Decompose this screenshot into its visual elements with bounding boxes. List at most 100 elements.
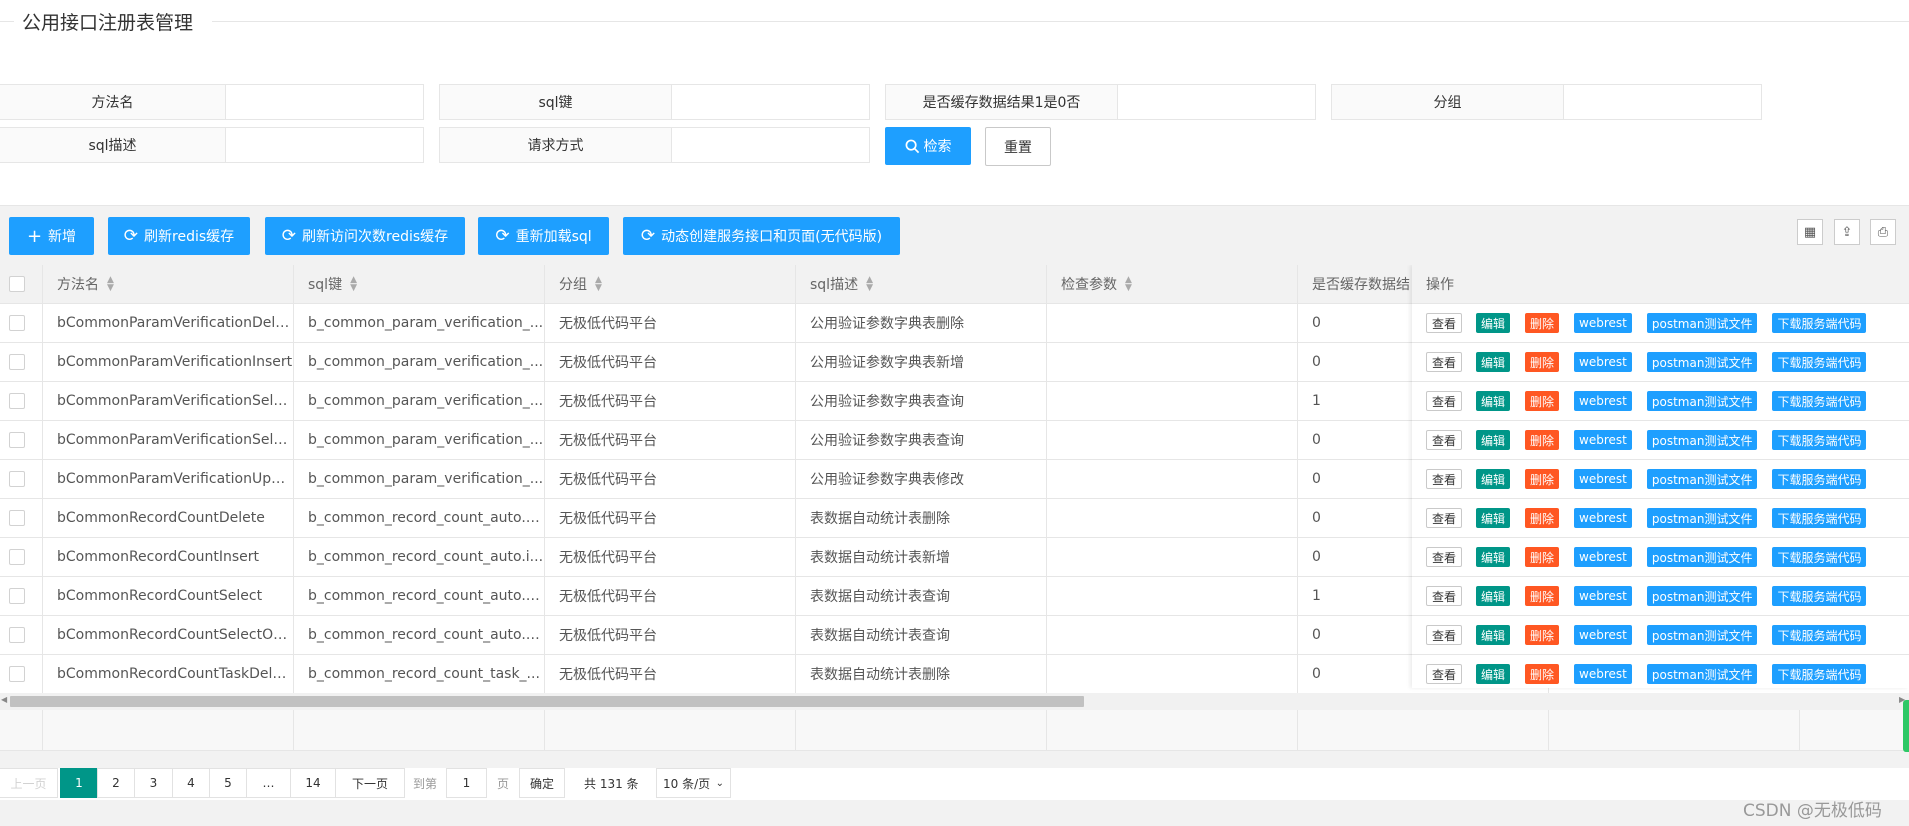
webrest-button[interactable]: webrest (1574, 313, 1632, 333)
edit-button[interactable]: 编辑 (1476, 391, 1511, 411)
select-all-checkbox[interactable] (9, 276, 25, 292)
view-button[interactable]: 查看 (1426, 469, 1463, 489)
sort-icon[interactable]: ▲ ▼ (595, 276, 602, 293)
row-checkbox[interactable] (9, 666, 25, 682)
header-check-params[interactable]: 检查参数 ▲ ▼ (1047, 265, 1298, 303)
postman-file-button[interactable]: postman测试文件 (1646, 664, 1758, 684)
postman-file-button[interactable]: postman测试文件 (1646, 586, 1758, 606)
edit-button[interactable]: 编辑 (1476, 625, 1511, 645)
delete-button[interactable]: 删除 (1525, 547, 1560, 567)
download-code-button[interactable]: 下载服务端代码 (1772, 547, 1867, 567)
postman-file-button[interactable]: postman测试文件 (1646, 469, 1758, 489)
postman-file-button[interactable]: postman测试文件 (1646, 391, 1758, 411)
header-group[interactable]: 分组 ▲ ▼ (545, 265, 796, 303)
webrest-button[interactable]: webrest (1574, 352, 1632, 372)
postman-file-button[interactable]: postman测试文件 (1646, 625, 1758, 645)
page-button[interactable]: 5 (209, 768, 247, 798)
webrest-button[interactable]: webrest (1574, 469, 1632, 489)
page-size-select[interactable]: 10 条/页 ⌄ (656, 768, 731, 798)
side-tab[interactable] (1903, 700, 1909, 752)
header-sql-key[interactable]: sql键 ▲ ▼ (294, 265, 545, 303)
webrest-button[interactable]: webrest (1574, 664, 1632, 684)
add-button[interactable]: + 新增 (9, 217, 94, 255)
reload-sql-button[interactable]: ⟳ 重新加载sql (478, 217, 609, 255)
page-button[interactable]: 4 (172, 768, 210, 798)
prev-page-button[interactable]: 上一页 (0, 768, 58, 798)
edit-button[interactable]: 编辑 (1476, 469, 1511, 489)
view-button[interactable]: 查看 (1426, 391, 1463, 411)
header-method-name[interactable]: 方法名 ▲ ▼ (43, 265, 294, 303)
postman-file-button[interactable]: postman测试文件 (1646, 430, 1758, 450)
webrest-button[interactable]: webrest (1574, 430, 1632, 450)
delete-button[interactable]: 删除 (1525, 664, 1560, 684)
header-sql-desc[interactable]: sql描述 ▲ ▼ (796, 265, 1047, 303)
refresh-visits-button[interactable]: ⟳ 刷新访问次数redis缓存 (265, 217, 465, 255)
webrest-button[interactable]: webrest (1574, 625, 1632, 645)
webrest-button[interactable]: webrest (1574, 508, 1632, 528)
scrollbar-thumb[interactable] (10, 696, 1084, 707)
delete-button[interactable]: 删除 (1525, 508, 1560, 528)
edit-button[interactable]: 编辑 (1476, 352, 1511, 372)
view-button[interactable]: 查看 (1426, 625, 1463, 645)
row-checkbox[interactable] (9, 627, 25, 643)
view-button[interactable]: 查看 (1426, 313, 1463, 333)
edit-button[interactable]: 编辑 (1476, 586, 1511, 606)
edit-button[interactable]: 编辑 (1476, 313, 1511, 333)
download-code-button[interactable]: 下载服务端代码 (1772, 508, 1867, 528)
row-checkbox[interactable] (9, 588, 25, 604)
delete-button[interactable]: 删除 (1525, 391, 1560, 411)
columns-filter-icon[interactable]: ▦ (1797, 219, 1823, 245)
row-checkbox[interactable] (9, 315, 25, 331)
download-code-button[interactable]: 下载服务端代码 (1772, 352, 1867, 372)
webrest-button[interactable]: webrest (1574, 391, 1632, 411)
delete-button[interactable]: 删除 (1525, 586, 1560, 606)
group-input[interactable] (1564, 85, 1761, 119)
sort-icon[interactable]: ▲ ▼ (866, 276, 873, 293)
webrest-button[interactable]: webrest (1574, 547, 1632, 567)
row-checkbox[interactable] (9, 549, 25, 565)
scroll-left-icon[interactable]: ◀ (1, 695, 7, 704)
edit-button[interactable]: 编辑 (1476, 430, 1511, 450)
postman-file-button[interactable]: postman测试文件 (1646, 547, 1758, 567)
page-button[interactable]: 14 (290, 768, 336, 798)
postman-file-button[interactable]: postman测试文件 (1646, 508, 1758, 528)
row-checkbox[interactable] (9, 393, 25, 409)
view-button[interactable]: 查看 (1426, 547, 1463, 567)
edit-button[interactable]: 编辑 (1476, 664, 1511, 684)
download-code-button[interactable]: 下载服务端代码 (1772, 586, 1867, 606)
delete-button[interactable]: 删除 (1525, 352, 1560, 372)
view-button[interactable]: 查看 (1426, 508, 1463, 528)
goto-page-input[interactable]: 1 (446, 768, 487, 798)
delete-button[interactable]: 删除 (1525, 469, 1560, 489)
view-button[interactable]: 查看 (1426, 352, 1463, 372)
row-checkbox[interactable] (9, 432, 25, 448)
view-button[interactable]: 查看 (1426, 430, 1463, 450)
refresh-redis-button[interactable]: ⟳ 刷新redis缓存 (108, 217, 250, 255)
row-checkbox[interactable] (9, 510, 25, 526)
export-icon[interactable]: ⇪ (1834, 219, 1860, 245)
request-method-input[interactable] (672, 128, 869, 162)
page-button[interactable]: 3 (134, 768, 173, 798)
cache-result-input[interactable] (1118, 85, 1315, 119)
delete-button[interactable]: 删除 (1525, 313, 1560, 333)
download-code-button[interactable]: 下载服务端代码 (1772, 469, 1867, 489)
view-button[interactable]: 查看 (1426, 586, 1463, 606)
download-code-button[interactable]: 下载服务端代码 (1772, 664, 1867, 684)
edit-button[interactable]: 编辑 (1476, 508, 1511, 528)
download-code-button[interactable]: 下载服务端代码 (1772, 625, 1867, 645)
reset-button[interactable]: 重置 (985, 127, 1051, 166)
horizontal-scrollbar[interactable]: ◀ ▶ (0, 693, 1909, 711)
sort-icon[interactable]: ▲ ▼ (350, 276, 357, 293)
sort-icon[interactable]: ▲ ▼ (107, 276, 114, 293)
page-button[interactable]: 1 (60, 768, 98, 798)
print-icon[interactable]: ⎙ (1870, 219, 1896, 245)
sort-icon[interactable]: ▲ ▼ (1125, 276, 1132, 293)
webrest-button[interactable]: webrest (1574, 586, 1632, 606)
dynamic-create-button[interactable]: ⟳ 动态创建服务接口和页面(无代码版) (623, 217, 900, 255)
download-code-button[interactable]: 下载服务端代码 (1772, 391, 1867, 411)
search-button[interactable]: 检索 (885, 127, 971, 165)
edit-button[interactable]: 编辑 (1476, 547, 1511, 567)
page-button[interactable]: 2 (97, 768, 135, 798)
sql-desc-input[interactable] (226, 128, 423, 162)
delete-button[interactable]: 删除 (1525, 625, 1560, 645)
